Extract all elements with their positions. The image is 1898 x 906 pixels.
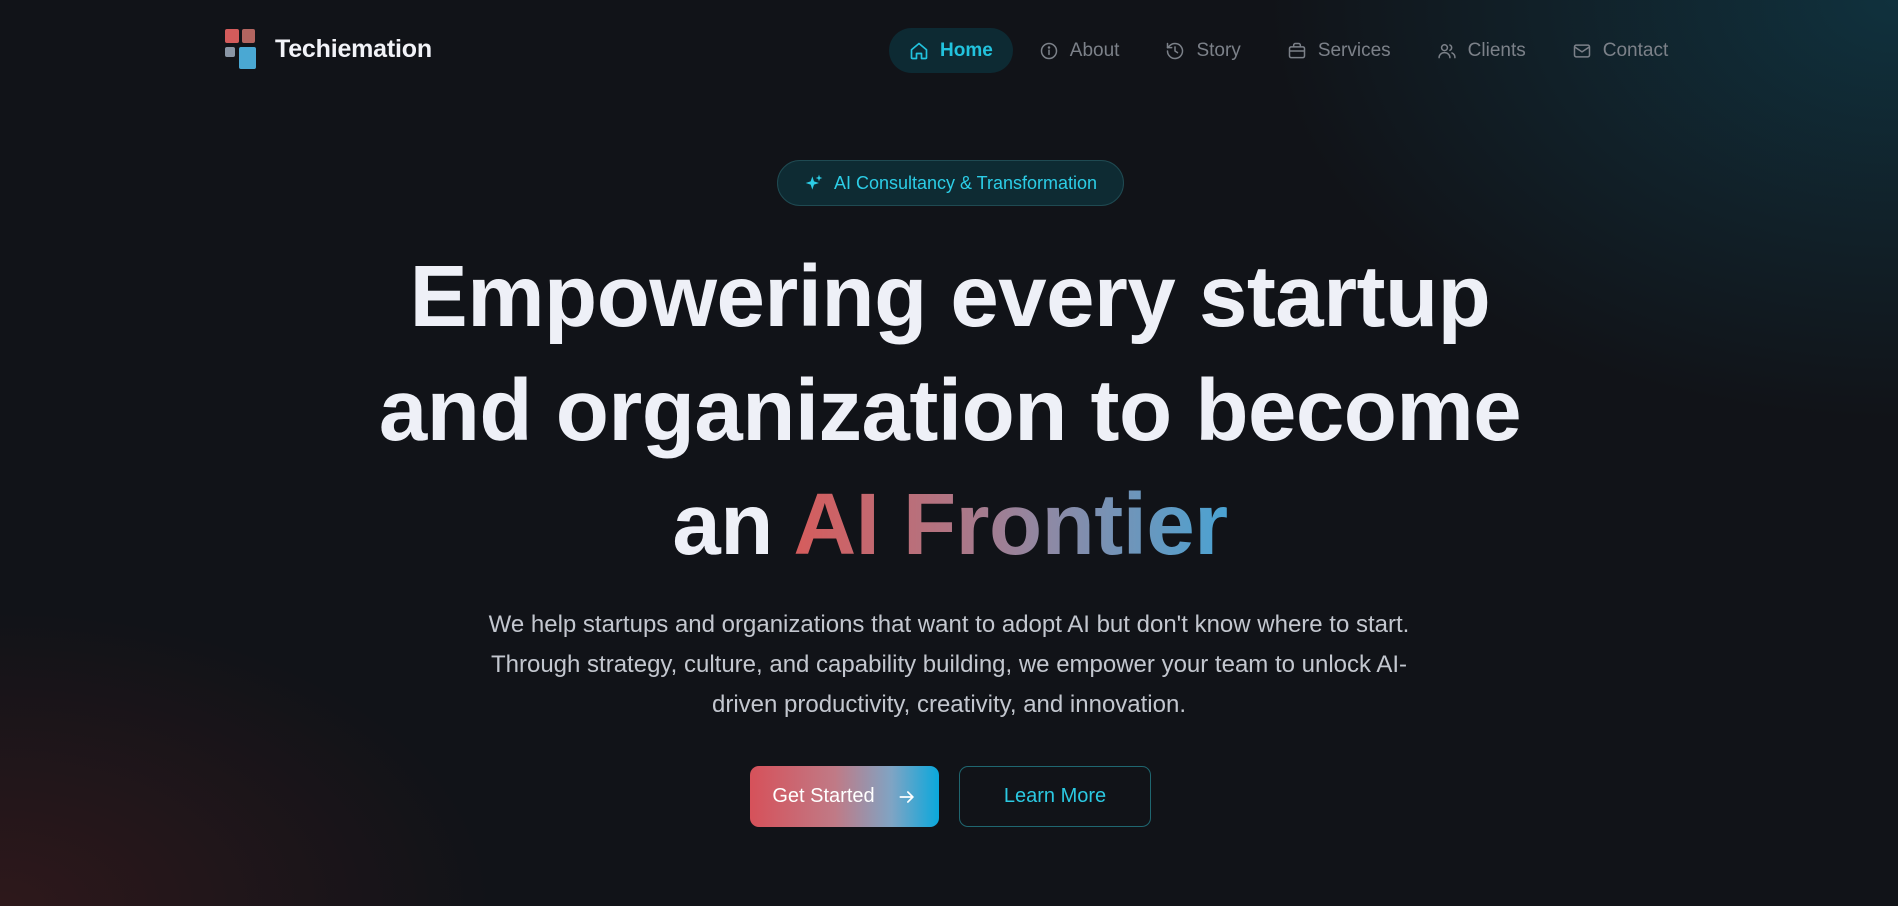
logo-blocks-icon	[225, 28, 257, 70]
nav-item-services[interactable]: Services	[1267, 28, 1411, 73]
hero-description: We help startups and organizations that …	[488, 611, 1410, 718]
headline-line-3-prefix: an	[672, 476, 773, 573]
brand-name: Techiemation	[275, 34, 432, 63]
get-started-button[interactable]: Get Started	[750, 766, 939, 827]
nav-item-clients[interactable]: Clients	[1417, 28, 1546, 73]
sparkles-icon	[805, 174, 823, 190]
hero-headline: Empowering every startup and organizatio…	[250, 240, 1650, 582]
main-menu: Home About Story Services Clients Contac…	[889, 28, 1694, 73]
top-navigation: Techiemation Home About Story Services C…	[0, 0, 1898, 100]
hero-badge-text: AI Consultancy & Transformation	[833, 172, 1098, 193]
learn-more-label: Learn More	[1003, 785, 1107, 807]
hero-badge: AI Consultancy & Transformation	[777, 160, 1124, 206]
nav-item-label: Home	[940, 39, 993, 61]
learn-more-button[interactable]: Learn More	[959, 766, 1151, 827]
history-icon	[1167, 42, 1184, 59]
headline-line-1: Empowering every startup	[409, 248, 1491, 345]
info-icon	[1040, 42, 1058, 59]
home-icon	[910, 42, 928, 59]
headline-highlight: AI Frontier	[793, 476, 1228, 573]
brand[interactable]: Techiemation	[225, 28, 432, 70]
nav-item-label: Contact	[1602, 39, 1669, 61]
users-icon	[1438, 43, 1456, 58]
nav-item-label: Services	[1317, 39, 1391, 61]
nav-item-about[interactable]: About	[1019, 28, 1140, 73]
get-started-label: Get Started	[772, 785, 875, 807]
nav-item-label: Clients	[1467, 39, 1526, 61]
nav-item-story[interactable]: Story	[1145, 28, 1260, 73]
nav-item-label: About	[1069, 39, 1120, 61]
nav-item-contact[interactable]: Contact	[1552, 28, 1688, 73]
headline-line-2: and organization to become	[378, 362, 1522, 459]
nav-item-label: Story	[1196, 39, 1241, 61]
arrow-right-icon	[899, 790, 914, 803]
briefcase-icon	[1288, 42, 1306, 58]
mail-icon	[1573, 43, 1590, 58]
nav-item-home[interactable]: Home	[889, 28, 1013, 73]
